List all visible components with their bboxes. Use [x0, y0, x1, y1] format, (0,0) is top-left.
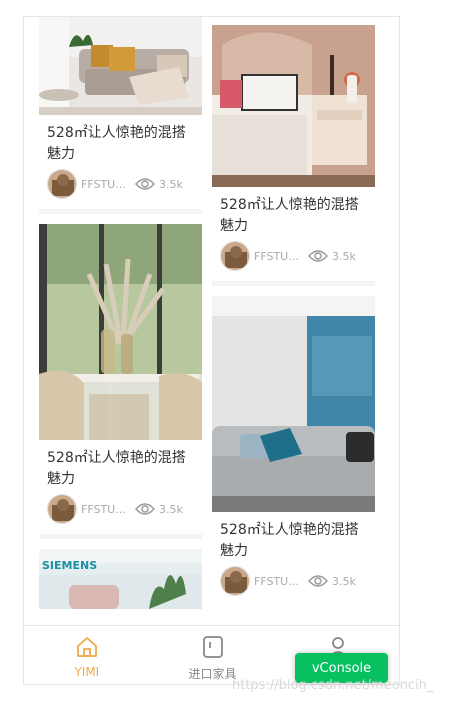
- eye-icon: [308, 575, 328, 587]
- card-image-living-room: [39, 17, 202, 115]
- author-name[interactable]: FFSTU...: [81, 503, 127, 516]
- feed-column-left: 528㎡让人惊艳的混搭魅力 FFSTU... 3.5k 528㎡让人惊艳的混搭魅…: [39, 17, 202, 609]
- avatar[interactable]: [47, 169, 77, 199]
- views-stat: 3.5k: [135, 177, 183, 191]
- views-stat: 3.5k: [308, 249, 356, 263]
- card-meta: FFSTU... 3.5k: [39, 494, 202, 534]
- card-image-bedroom: [212, 25, 375, 187]
- feed-card[interactable]: 528㎡让人惊艳的混搭魅力 FFSTU... 3.5k: [212, 25, 375, 286]
- card-image-grey-sofa: [212, 296, 375, 512]
- tab-yimi[interactable]: YIMI: [24, 626, 150, 684]
- card-meta: FFSTU... 3.5k: [39, 169, 202, 209]
- tab-label: YIMI: [74, 665, 100, 679]
- avatar[interactable]: [47, 494, 77, 524]
- card-divider: [212, 281, 375, 286]
- eye-icon: [135, 503, 155, 515]
- feed-card[interactable]: SIEMENS: [39, 549, 202, 609]
- card-title[interactable]: 528㎡让人惊艳的混搭魅力: [212, 187, 375, 243]
- card-meta: FFSTU... 3.5k: [212, 241, 375, 281]
- views-count: 3.5k: [159, 502, 183, 516]
- siemens-logo-text: SIEMENS: [42, 559, 97, 572]
- views-stat: 3.5k: [135, 502, 183, 516]
- eye-icon: [135, 178, 155, 190]
- feed-column-right: 528㎡让人惊艳的混搭魅力 FFSTU... 3.5k 528㎡让人惊艳的混搭魅…: [212, 25, 375, 606]
- watermark-text: https://blog.csdn.net/meoncih_: [232, 678, 434, 693]
- eye-icon: [308, 250, 328, 262]
- card-divider: [39, 534, 202, 539]
- tab-label: 进口家具: [188, 667, 237, 681]
- furniture-icon: [202, 636, 223, 658]
- card-image-siemens: SIEMENS: [39, 549, 202, 609]
- avatar[interactable]: [220, 241, 250, 271]
- feed-card[interactable]: 528㎡让人惊艳的混搭魅力 FFSTU... 3.5k: [39, 224, 202, 539]
- views-count: 3.5k: [332, 249, 356, 263]
- card-divider: [39, 209, 202, 214]
- feed-card[interactable]: 528㎡让人惊艳的混搭魅力 FFSTU... 3.5k: [39, 17, 202, 214]
- views-stat: 3.5k: [308, 574, 356, 588]
- card-image-dining-room: [39, 224, 202, 440]
- feed-card[interactable]: 528㎡让人惊艳的混搭魅力 FFSTU... 3.5k: [212, 296, 375, 606]
- author-name[interactable]: FFSTU...: [81, 178, 127, 191]
- views-count: 3.5k: [159, 177, 183, 191]
- card-title[interactable]: 528㎡让人惊艳的混搭魅力: [212, 512, 375, 568]
- author-name[interactable]: FFSTU...: [254, 575, 300, 588]
- home-icon: [76, 637, 97, 657]
- views-count: 3.5k: [332, 574, 356, 588]
- phone-frame: 528㎡让人惊艳的混搭魅力 FFSTU... 3.5k 528㎡让人惊艳的混搭魅…: [23, 16, 400, 685]
- tab-imported-furniture[interactable]: 进口家具: [150, 626, 276, 684]
- avatar[interactable]: [220, 566, 250, 596]
- card-title[interactable]: 528㎡让人惊艳的混搭魅力: [39, 440, 202, 496]
- card-title[interactable]: 528㎡让人惊艳的混搭魅力: [39, 115, 202, 171]
- author-name[interactable]: FFSTU...: [254, 250, 300, 263]
- card-meta: FFSTU... 3.5k: [212, 566, 375, 606]
